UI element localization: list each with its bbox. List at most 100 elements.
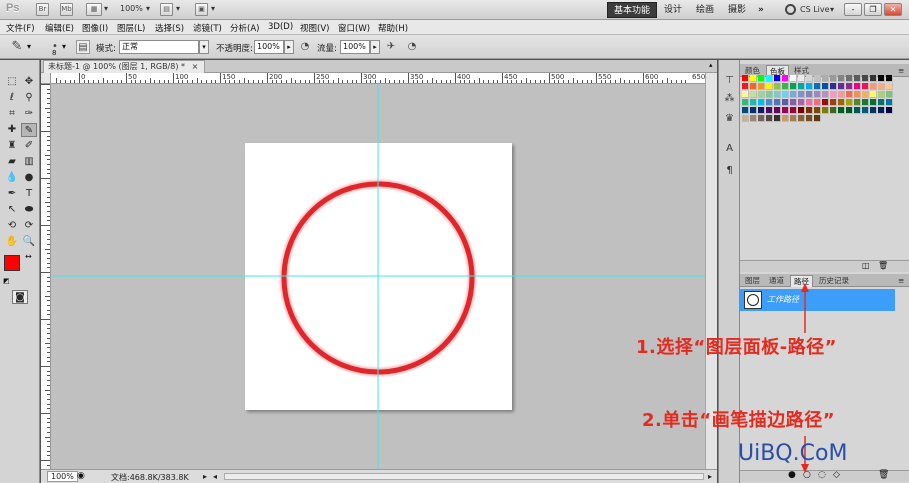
swatch[interactable]: [790, 91, 797, 98]
arrange-documents-icon[interactable]: ▤: [160, 3, 173, 16]
swatch[interactable]: [806, 83, 813, 90]
workspace-photography[interactable]: 摄影: [722, 2, 752, 18]
swatch[interactable]: [806, 75, 813, 82]
swatch[interactable]: [750, 107, 757, 114]
delete-swatch-icon[interactable]: 🗑: [878, 261, 888, 270]
scroll-up-arrow-icon[interactable]: ▴: [709, 61, 713, 69]
fill-path-icon[interactable]: ●: [788, 470, 796, 480]
stroke-path-with-brush-icon[interactable]: ○: [803, 470, 811, 480]
brush-panel-toggle-icon[interactable]: ▤: [76, 40, 90, 54]
swatch[interactable]: [758, 99, 765, 106]
swatch[interactable]: [862, 107, 869, 114]
flow-slider-icon[interactable]: ▸: [370, 40, 380, 54]
swatch[interactable]: [886, 91, 893, 98]
swap-colors-icon[interactable]: ↔: [25, 252, 32, 261]
swatch[interactable]: [766, 83, 773, 90]
ruler-origin[interactable]: [41, 73, 51, 84]
swatch[interactable]: [758, 107, 765, 114]
tablet-opacity-pressure-icon[interactable]: ◔: [298, 40, 312, 54]
swatch[interactable]: [758, 115, 765, 122]
tab-paths[interactable]: 路径: [790, 275, 813, 287]
new-swatch-icon[interactable]: ◫: [862, 261, 870, 270]
swatch[interactable]: [782, 83, 789, 90]
swatch[interactable]: [862, 99, 869, 106]
swatch[interactable]: [806, 91, 813, 98]
swatch[interactable]: [782, 115, 789, 122]
quick-select-tool-icon[interactable]: ⚲: [21, 91, 37, 105]
workspace-design[interactable]: 设计: [658, 2, 688, 18]
pasteboard[interactable]: [51, 84, 705, 469]
swatch[interactable]: [750, 91, 757, 98]
3d-rotate-tool-icon[interactable]: ⟲: [4, 219, 20, 233]
tool-presets-icon[interactable]: ⊤: [722, 74, 737, 88]
airbrush-icon[interactable]: ✈: [384, 40, 398, 54]
swatch[interactable]: [846, 75, 853, 82]
swatch[interactable]: [782, 91, 789, 98]
swatch[interactable]: [854, 83, 861, 90]
flow-input[interactable]: 100%: [340, 40, 370, 54]
status-info-icon[interactable]: ◉: [77, 471, 85, 481]
menu-3d[interactable]: 3D(D): [268, 22, 293, 32]
swatch[interactable]: [750, 75, 757, 82]
swatch[interactable]: [886, 107, 893, 114]
tab-layers[interactable]: 图层: [742, 275, 763, 287]
move-tool-icon[interactable]: ✥: [21, 75, 37, 89]
swatch[interactable]: [862, 91, 869, 98]
horizontal-ruler[interactable]: 5005010015020025030035040045050055060065…: [51, 73, 705, 84]
swatch[interactable]: [742, 115, 749, 122]
restore-button[interactable]: ❐: [864, 3, 882, 16]
swatch[interactable]: [878, 107, 885, 114]
swatch[interactable]: [814, 115, 821, 122]
swatch[interactable]: [814, 99, 821, 106]
clone-stamp-tool-icon[interactable]: ♜: [4, 139, 20, 153]
healing-brush-tool-icon[interactable]: ✚: [4, 123, 20, 137]
swatch[interactable]: [758, 91, 765, 98]
swatch[interactable]: [886, 99, 893, 106]
status-menu-arrow-icon[interactable]: ▸: [203, 472, 207, 481]
swatch[interactable]: [766, 99, 773, 106]
menu-view[interactable]: 视图(V): [300, 22, 329, 34]
swatch[interactable]: [838, 83, 845, 90]
swatch[interactable]: [870, 99, 877, 106]
swatch[interactable]: [822, 75, 829, 82]
swatch[interactable]: [846, 91, 853, 98]
swatch[interactable]: [806, 115, 813, 122]
swatch[interactable]: [830, 83, 837, 90]
cs-live-icon[interactable]: [785, 4, 796, 15]
screen-mode-icon[interactable]: ▣: [195, 3, 208, 16]
vertical-ruler[interactable]: [41, 84, 51, 469]
clone-source-icon[interactable]: ♛: [722, 112, 737, 126]
swatch[interactable]: [798, 107, 805, 114]
workspace-essentials[interactable]: 基本功能: [607, 2, 658, 18]
menu-analysis[interactable]: 分析(A): [230, 22, 259, 34]
swatch[interactable]: [870, 83, 877, 90]
crop-tool-icon[interactable]: ⌗: [4, 107, 20, 121]
swatch[interactable]: [878, 99, 885, 106]
3d-orbit-tool-icon[interactable]: ⟳: [21, 219, 37, 233]
swatch[interactable]: [822, 99, 829, 106]
menu-edit[interactable]: 编辑(E): [45, 22, 74, 34]
brush-tool-icon[interactable]: ✎: [21, 123, 37, 137]
swatch[interactable]: [870, 107, 877, 114]
workspace-painting[interactable]: 绘画: [690, 2, 720, 18]
menu-filter[interactable]: 滤镜(T): [193, 22, 222, 34]
swatch[interactable]: [790, 107, 797, 114]
swatch[interactable]: [782, 107, 789, 114]
swatch[interactable]: [790, 75, 797, 82]
character-panel-icon[interactable]: A: [722, 142, 737, 156]
default-colors-icon[interactable]: ◩: [3, 277, 10, 285]
swatch[interactable]: [830, 91, 837, 98]
blend-mode-select[interactable]: 正常: [119, 40, 199, 54]
swatch[interactable]: [854, 99, 861, 106]
minimize-button[interactable]: -: [844, 3, 862, 16]
blur-tool-icon[interactable]: 💧: [4, 171, 20, 185]
zoom-level[interactable]: 100%: [120, 4, 143, 13]
swatch[interactable]: [798, 99, 805, 106]
swatch[interactable]: [838, 75, 845, 82]
swatch[interactable]: [774, 107, 781, 114]
brush-size[interactable]: 8: [52, 49, 56, 57]
path-list-item[interactable]: 工作路径: [740, 289, 895, 311]
swatch[interactable]: [822, 83, 829, 90]
paths-panel-menu-icon[interactable]: ≡: [895, 275, 907, 287]
menu-window[interactable]: 窗口(W): [338, 22, 370, 34]
